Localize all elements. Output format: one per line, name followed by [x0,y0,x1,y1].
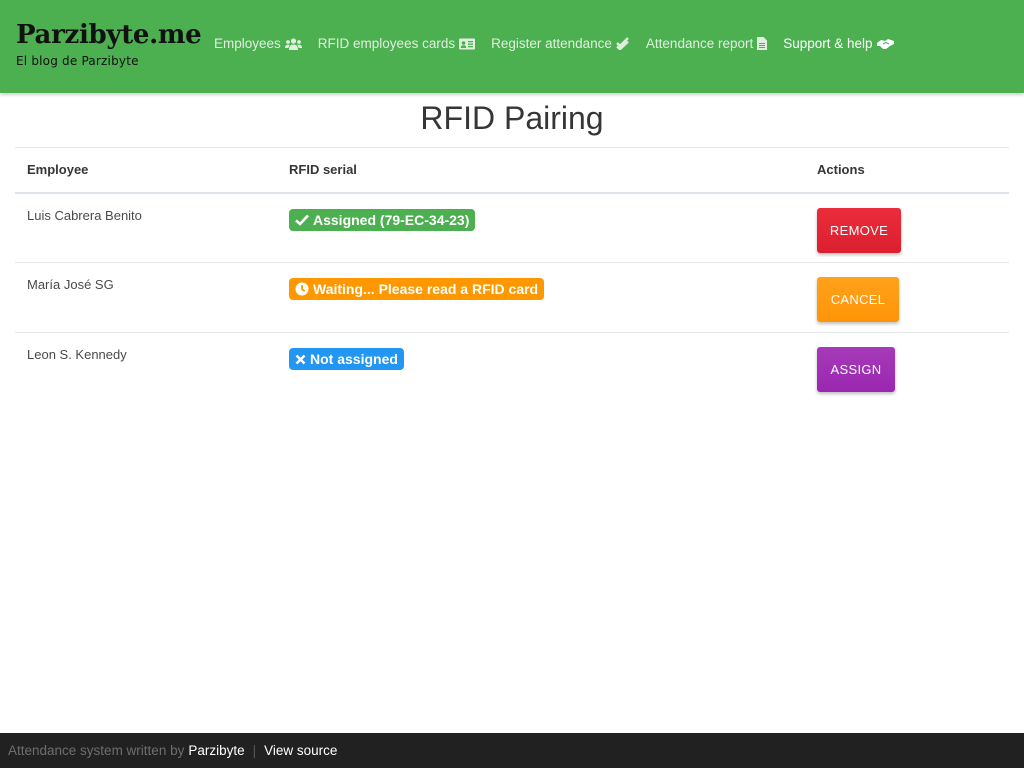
nav-item-rfid-cards[interactable]: RFID employees cards [317,36,476,51]
table-row: María José SG Waiting... Please read a R… [15,262,1009,333]
nav-item-attendance-report[interactable]: Attendance report [645,36,768,51]
footer-text: Attendance system written by [8,743,185,758]
employee-name: Leon S. Kennedy [27,347,127,362]
nav-item-support[interactable]: Support & help [783,36,894,51]
status-badge-not-assigned: Not assigned [289,348,404,370]
double-check-icon [616,37,629,50]
nav-item-label: Employees [214,36,281,51]
employee-name: Luis Cabrera Benito [15,192,277,263]
file-icon [757,37,768,50]
view-source-link[interactable]: View source [264,743,337,758]
handshake-icon [876,38,894,49]
nav-item-employees[interactable]: Employees [214,36,302,51]
remove-button[interactable]: REMOVE [817,207,901,253]
clock-icon [295,282,309,296]
assign-button[interactable]: ASSIGN [817,347,895,392]
id-card-icon [459,38,476,49]
nav-menu: Employees RFID employees cards Register … [214,36,910,51]
footer: Attendance system written by Parzibyte |… [0,733,1024,768]
nav-item-label: RFID employees cards [317,36,456,51]
users-icon [284,37,302,50]
status-text: Waiting... Please read a RFID card [313,281,539,297]
table-header-row: Employee RFID serial Actions [15,147,1009,194]
table-row: Luis Cabrera Benito Assigned (79-EC-34-2… [15,192,1009,263]
author-link[interactable]: Parzibyte [188,743,244,758]
x-icon [295,354,306,364]
header-rfid-serial: RFID serial [277,147,805,194]
header-employee: Employee [15,147,277,194]
header-actions: Actions [805,147,1009,194]
page-title: RFID Pairing [420,100,604,136]
nav-item-label: Register attendance [491,36,612,51]
status-text: Assigned (79-EC-34-23) [313,211,470,228]
brand[interactable]: Parzibyte.me El blog de Parzibyte [16,18,202,68]
brand-title[interactable]: Parzibyte.me [16,18,202,52]
status-text: Not assigned [310,351,398,367]
brand-subtitle: El blog de Parzibyte [16,54,139,68]
check-icon [295,214,309,226]
nav-item-register-attendance[interactable]: Register attendance [491,36,630,51]
navbar: Parzibyte.me El blog de Parzibyte Employ… [0,0,1024,93]
cancel-button[interactable]: CANCEL [817,277,899,322]
footer-separator: | [252,743,257,758]
nav-item-label: Support & help [783,36,873,51]
status-badge-assigned: Assigned (79-EC-34-23) [289,208,476,231]
rfid-pairing-table: Employee RFID serial Actions Luis Cabrer… [15,147,1009,403]
nav-item-label: Attendance report [645,36,754,51]
employee-name: María José SG [15,262,277,333]
table-row: Leon S. Kennedy Not assigned ASSIGN [15,333,1009,403]
status-badge-waiting: Waiting... Please read a RFID card [289,278,545,300]
